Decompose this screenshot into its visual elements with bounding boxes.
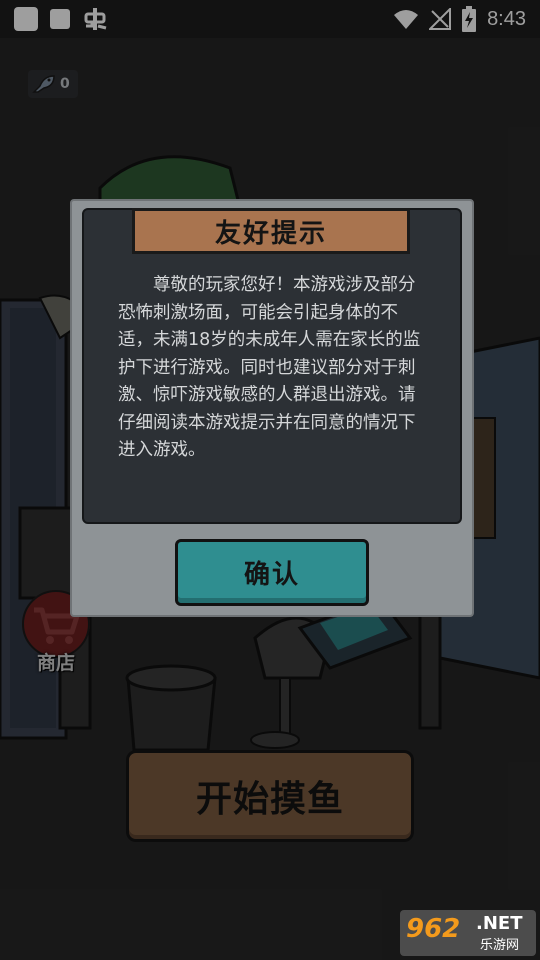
dialog-message: 尊敬的玩家您好！本游戏涉及部分恐怖刺激场面，可能会引起身体的不适，未满18岁的未…	[118, 275, 421, 460]
confirm-button[interactable]: 确认	[175, 539, 369, 606]
watermark-subtitle: 乐游网	[480, 938, 520, 953]
watermark-domain: .NET	[476, 913, 523, 934]
dialog-title: 友好提示	[132, 208, 410, 254]
watermark-number: 962	[406, 914, 461, 944]
site-watermark: 962 .NET 乐游网	[400, 910, 536, 956]
